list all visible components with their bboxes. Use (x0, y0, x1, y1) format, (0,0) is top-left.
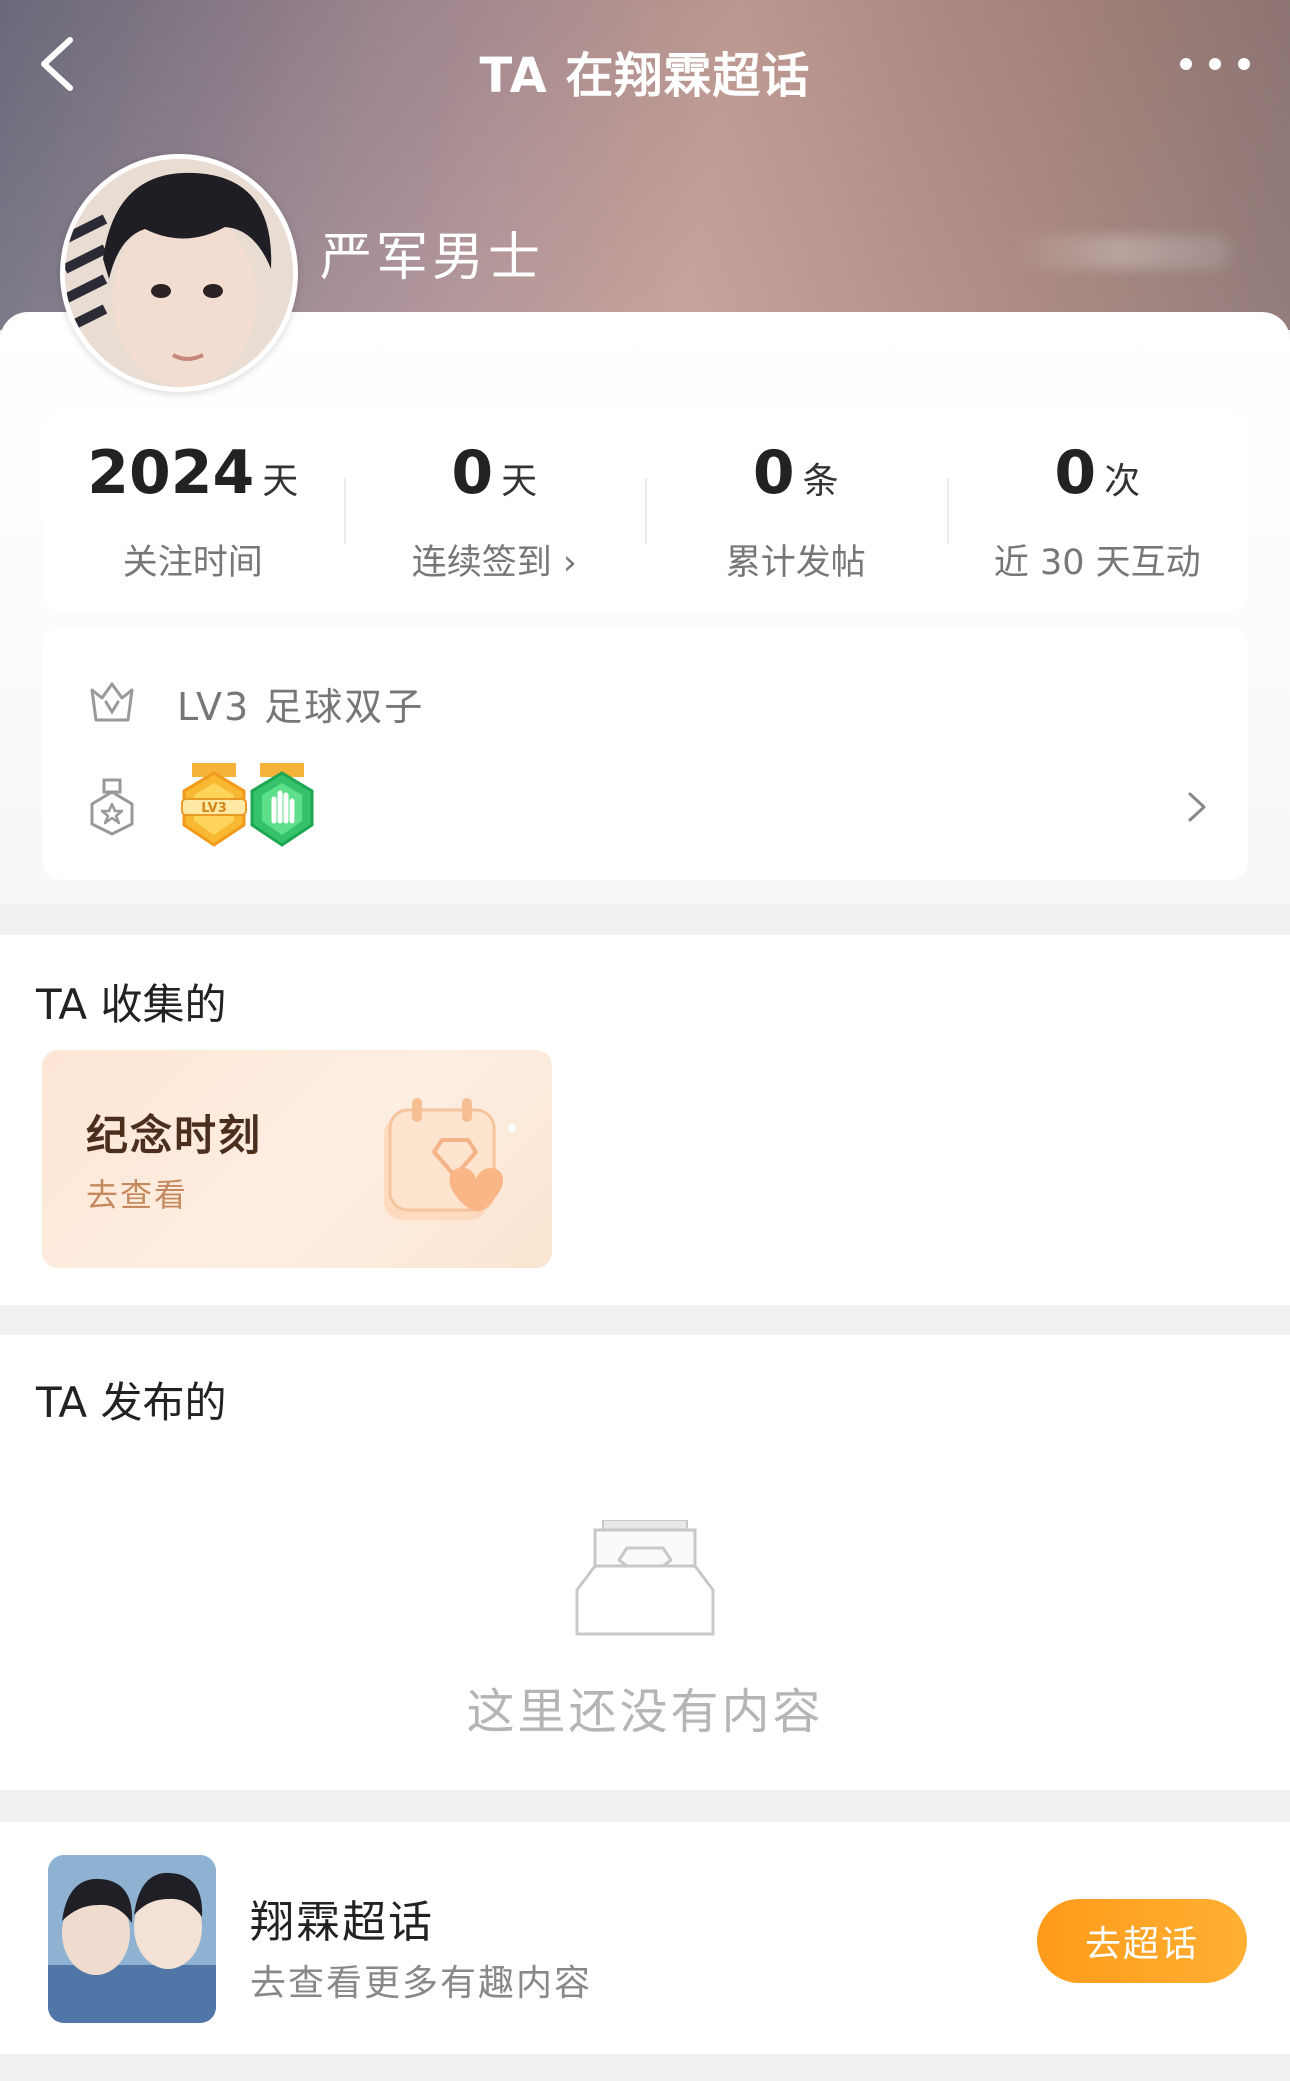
stat-unit: 天 (262, 461, 299, 502)
stat-unit: 次 (1104, 461, 1141, 502)
hand-medal-icon[interactable] (246, 763, 318, 851)
memorial-moment-card[interactable]: 纪念时刻 去查看 (42, 1050, 552, 1268)
topic-name: 翔霖超话 (250, 1897, 434, 1948)
stat-value: 0 (1054, 438, 1097, 508)
blurred-info (1010, 235, 1230, 269)
stat-value: 0 (752, 438, 795, 508)
stat-unit: 天 (501, 461, 538, 502)
lv3-medal-icon[interactable]: LV3 (178, 763, 250, 851)
stat-follow-days: 2024 天 关注时间 (42, 412, 344, 612)
level-text: LV3 足球双子 (177, 685, 425, 729)
stat-total-posts: 0条 累计发帖 (645, 412, 947, 612)
empty-box-icon (575, 1520, 715, 1636)
stat-checkin-streak[interactable]: 0天 连续签到 › (343, 412, 646, 612)
chevron-right-icon[interactable] (1186, 790, 1208, 824)
stat-label[interactable]: 连续签到 › (344, 534, 646, 585)
section-title: TA 收集的 (36, 980, 227, 1029)
page-title: TA 在翔霖超话 (479, 48, 811, 104)
username: 严军男士 (320, 228, 545, 288)
level-crown-icon (90, 682, 134, 722)
badge-icon (90, 778, 134, 836)
stat-interactions: 0次 近 30 天互动 (946, 412, 1249, 612)
stat-unit: 条 (802, 461, 839, 502)
stats-panel: 2024 天 关注时间 0天 连续签到 › 0条 累计发帖 0次 近 30 天互动 (42, 412, 1248, 612)
memorial-card-link[interactable]: 去查看 (86, 1170, 188, 1216)
section-title: TA 发布的 (36, 1378, 227, 1427)
go-to-topic-button[interactable]: 去超话 (1037, 1899, 1247, 1983)
empty-state-text: 这里还没有内容 (466, 1684, 824, 1740)
avatar[interactable] (60, 154, 298, 392)
topic-subtitle: 去查看更多有趣内容 (250, 1963, 593, 2004)
stat-label: 累计发帖 (725, 543, 866, 583)
memorial-card-title: 纪念时刻 (86, 1111, 263, 1160)
stat-label: 关注时间 (122, 543, 263, 583)
stat-label: 近 30 天互动 (993, 543, 1201, 583)
topic-thumbnail[interactable] (48, 1855, 216, 2023)
stat-value: 2024 (87, 438, 255, 508)
level-medal-card[interactable]: LV3 足球双子 LV3 (42, 628, 1248, 880)
stat-value: 0 (451, 438, 494, 508)
calendar-heart-icon (384, 1098, 516, 1220)
more-options-icon[interactable] (1180, 52, 1250, 76)
medal-label: LV3 (201, 801, 227, 816)
